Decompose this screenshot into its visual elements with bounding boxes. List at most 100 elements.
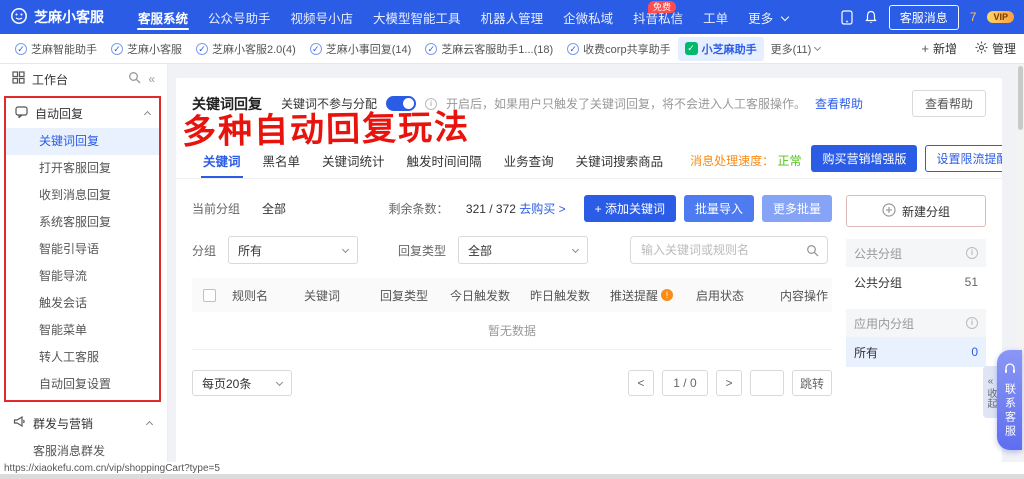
keyword-no-assign-toggle[interactable] [386,96,416,111]
sidebar-item[interactable]: 收到消息回复 [6,182,159,209]
toggle-label: 关键词不参与分配 [281,95,377,112]
check-icon: ✓ [425,43,437,55]
bell-icon[interactable] [864,10,878,24]
top-nav-item[interactable]: 工单 [693,0,738,34]
sidebar-item[interactable]: 打开客服回复 [6,155,159,182]
sidebar-section-marketing[interactable]: 群发与营销 [4,408,161,438]
public-group-header: 公共分组 i [846,239,986,267]
info-icon[interactable]: i [966,247,978,259]
group-row-public[interactable]: 公共分组 51 [846,267,986,297]
column-header-label: 推送提醒 [610,287,658,304]
logo[interactable]: 芝麻小客服 [10,7,104,28]
contact-service-button[interactable]: 联系客服 [997,350,1022,450]
marketing-items: 客服消息群发 [0,438,167,462]
sidebar-item[interactable]: 转人工客服 [6,344,159,371]
tabs-more-dropdown[interactable]: 更多(11) [764,34,828,63]
help-link[interactable]: 查看帮助 [815,95,863,112]
help-button[interactable]: 查看帮助 [912,90,986,117]
app-tab[interactable]: ✓ 芝麻小客服2.0(4) [189,34,303,63]
page-jump-input[interactable] [750,370,784,396]
check-icon: ✓ [15,43,27,55]
search-input[interactable] [630,236,828,264]
tabs-more-label: 更多(11) [771,41,812,57]
collapse-contact-tab[interactable]: « 收起 [983,366,998,418]
content-tabs-row: 关键词黑名单关键词统计触发时间间隔业务查询关键词搜索商品 消息处理速度： 正常 … [176,143,1002,179]
new-group-button[interactable]: 新建分组 [846,195,986,227]
content-tab[interactable]: 关键词统计 [311,143,396,178]
warning-icon[interactable]: ! [661,289,673,301]
service-message-button[interactable]: 客服消息 [889,5,959,30]
app-tab-label: 芝麻小事回复(14) [326,41,412,57]
column-header: 规则名 [226,287,298,304]
collapse-sidebar-icon[interactable]: « [148,72,155,86]
top-nav-item[interactable]: 机器人管理 [471,0,554,34]
info-icon: i [425,98,437,110]
app-group-header: 应用内分组 i [846,309,986,337]
app-tab[interactable]: ✓ 芝麻智能助手 [8,34,104,63]
reply-type-select[interactable]: 全部 [458,236,588,264]
buy-marketing-button[interactable]: 购买营销增强版 [811,145,917,172]
page-size-select[interactable]: 每页20条 [192,370,292,396]
content-tab[interactable]: 业务查询 [493,143,565,178]
manage-button[interactable]: 管理 [975,40,1016,57]
buy-more-link[interactable]: 去购买 > [519,202,565,216]
top-nav-item[interactable]: 大模型智能工具 [363,0,471,34]
app-tab[interactable]: ✓ 芝麻小客服 [104,34,189,63]
sidebar-item[interactable]: 智能导流 [6,263,159,290]
remaining-value: 321 / 372 [466,202,516,216]
app-tab[interactable]: ✓ 芝麻小事回复(14) [303,34,419,63]
group-row-label: 公共分组 [854,274,902,291]
top-nav-item[interactable]: 公众号助手 [198,0,281,34]
account-number[interactable]: 7 [970,10,977,24]
search-icon[interactable] [806,244,819,260]
sidebar-item[interactable]: 智能菜单 [6,317,159,344]
prev-page-button[interactable]: < [628,370,654,396]
search-icon[interactable] [128,71,141,87]
workbench-row[interactable]: 工作台 « [0,64,167,94]
manage-label: 管理 [992,40,1016,57]
top-nav-item[interactable]: 更多 [738,0,797,34]
app-tab-active[interactable]: ✓ 小芝麻助手 [678,37,764,61]
speed-value: 正常 [777,154,801,168]
info-icon[interactable]: i [966,317,978,329]
add-app-label: 新增 [933,40,957,57]
logo-icon [10,7,28,28]
free-badge: 免费 [648,1,676,13]
sidebar-item[interactable]: 关键词回复 [6,128,159,155]
sidebar-item[interactable]: 客服消息群发 [0,438,167,462]
column-header: 今日触发数 [444,287,524,304]
add-keyword-button[interactable]: + 添加关键词 [584,195,676,222]
toggle-knob [403,98,414,109]
sidebar-item[interactable]: 自动回复设置 [6,371,159,398]
scrollbar-thumb[interactable] [1018,66,1023,130]
batch-import-button[interactable]: 批量导入 [684,195,754,222]
content-tab[interactable]: 关键词搜索商品 [565,143,675,178]
limit-reminder-button[interactable]: 设置限流提醒 [925,145,1002,172]
add-app-button[interactable]: + 新增 [921,40,957,57]
content-tab[interactable]: 关键词 [192,143,252,178]
sidebar-item[interactable]: 触发会话 [6,290,159,317]
vip-badge: VIP [987,11,1014,23]
remaining-count: 剩余条数： 321 / 372 去购买 > [389,200,566,217]
select-all-checkbox[interactable] [203,289,216,302]
next-page-button[interactable]: > [716,370,742,396]
app-tab[interactable]: ✓ 芝麻云客服助手1...(18) [418,34,560,63]
group-filter-select[interactable]: 所有 [228,236,358,264]
app-tab[interactable]: ✓ 收费corp共享助手 [560,34,677,63]
content-tab[interactable]: 黑名单 [252,143,312,178]
sidebar-section-auto-reply[interactable]: 自动回复 [6,98,159,128]
top-nav-item[interactable]: 视频号小店 [281,0,364,34]
chevron-down-icon [814,44,821,51]
sidebar-item[interactable]: 智能引导语 [6,236,159,263]
page-jump-button[interactable]: 跳转 [792,370,832,396]
more-batch-button[interactable]: 更多批量 [762,195,832,222]
group-row-all[interactable]: 所有 0 [846,337,986,367]
section-label: 群发与营销 [33,415,93,432]
current-group-value[interactable]: 全部 [262,200,286,217]
check-icon: ✓ [310,43,322,55]
top-nav-item[interactable]: 客服系统 [128,0,198,34]
content-tab[interactable]: 触发时间间隔 [396,143,493,178]
top-nav-item[interactable]: 企微私域 [553,0,623,34]
sidebar-item[interactable]: 系统客服回复 [6,209,159,236]
mobile-icon[interactable] [841,10,853,25]
